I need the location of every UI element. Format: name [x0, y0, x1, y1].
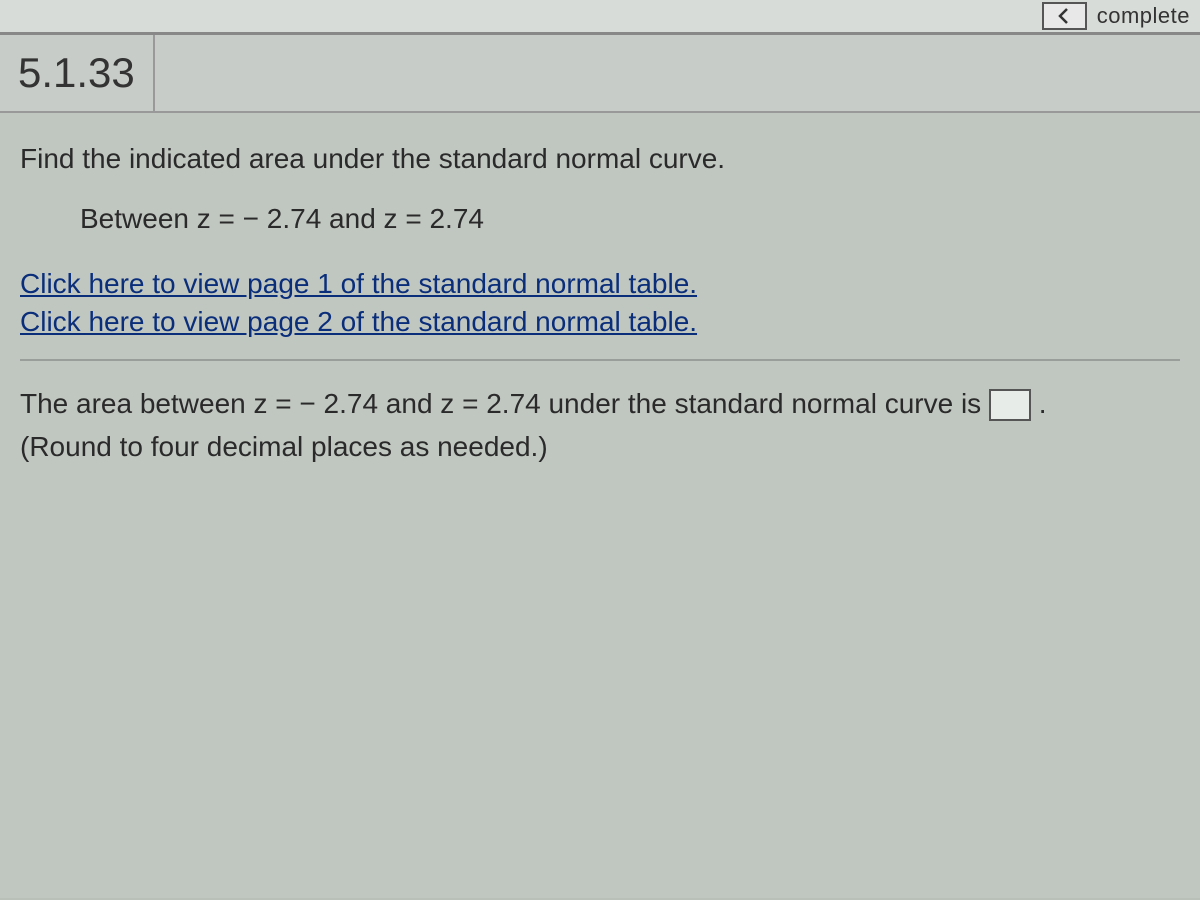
section-divider: [20, 359, 1180, 361]
table-page1-link[interactable]: Click here to view page 1 of the standar…: [20, 265, 1180, 303]
question-header-spacer: [155, 35, 1200, 111]
reference-links: Click here to view page 1 of the standar…: [20, 265, 1180, 341]
answer-input[interactable]: [989, 389, 1031, 421]
question-header: 5.1.33: [0, 35, 1200, 113]
question-number: 5.1.33: [0, 35, 155, 111]
table-page2-link[interactable]: Click here to view page 2 of the standar…: [20, 303, 1180, 341]
answer-line: The area between z = − 2.74 and z = 2.74…: [20, 383, 1180, 425]
instruction-text: Find the indicated area under the standa…: [20, 143, 1180, 175]
top-bar: complete: [0, 0, 1200, 35]
rounding-note: (Round to four decimal places as needed.…: [20, 431, 1180, 463]
completion-label: complete: [1097, 3, 1190, 29]
answer-prefix: The area between z = − 2.74 and z = 2.74…: [20, 388, 989, 419]
answer-suffix: .: [1039, 388, 1047, 419]
chevron-left-icon: [1055, 7, 1073, 25]
question-content: Find the indicated area under the standa…: [0, 113, 1200, 898]
sub-instruction-text: Between z = − 2.74 and z = 2.74: [80, 203, 1180, 235]
nav-prev-button[interactable]: [1042, 2, 1087, 30]
